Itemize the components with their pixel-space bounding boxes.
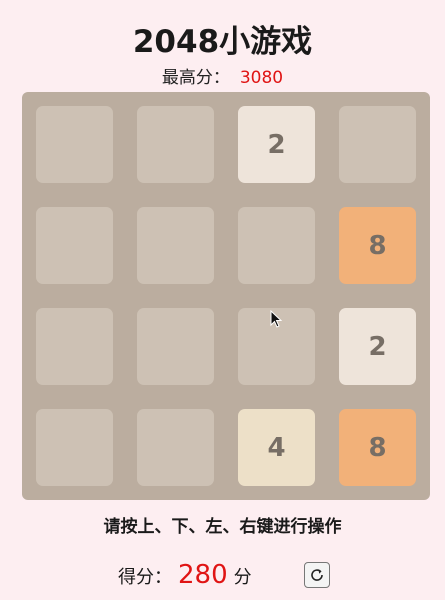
empty-cell <box>238 207 315 284</box>
score-unit: 分 <box>233 567 252 588</box>
empty-cell <box>36 409 113 486</box>
best-score-label: 最高分： <box>161 68 230 88</box>
score-value: 280 <box>178 560 228 590</box>
instructions: 请按上、下、左、右键进行操作 <box>103 517 342 537</box>
tile-4: 4 <box>238 409 315 486</box>
empty-cell <box>137 207 214 284</box>
best-score-value: 3080 <box>239 68 284 88</box>
tile-2: 2 <box>339 308 416 385</box>
current-score: 得分： 280 分 <box>118 560 252 594</box>
empty-cell <box>137 308 214 385</box>
mouse-cursor-icon <box>270 310 283 328</box>
best-score: 最高分： 3080 <box>0 67 445 89</box>
score-label: 得分： <box>118 567 172 588</box>
tile-8: 8 <box>339 409 416 486</box>
game-title: 2048小游戏 <box>132 24 313 60</box>
empty-cell <box>339 106 416 183</box>
empty-cell <box>137 409 214 486</box>
empty-cell <box>36 207 113 284</box>
game-board[interactable]: 28248 <box>22 92 430 500</box>
restart-button[interactable] <box>304 562 330 588</box>
refresh-icon <box>311 569 323 581</box>
empty-cell <box>36 308 113 385</box>
tile-2: 2 <box>238 106 315 183</box>
empty-cell <box>137 106 214 183</box>
empty-cell <box>36 106 113 183</box>
tile-8: 8 <box>339 207 416 284</box>
